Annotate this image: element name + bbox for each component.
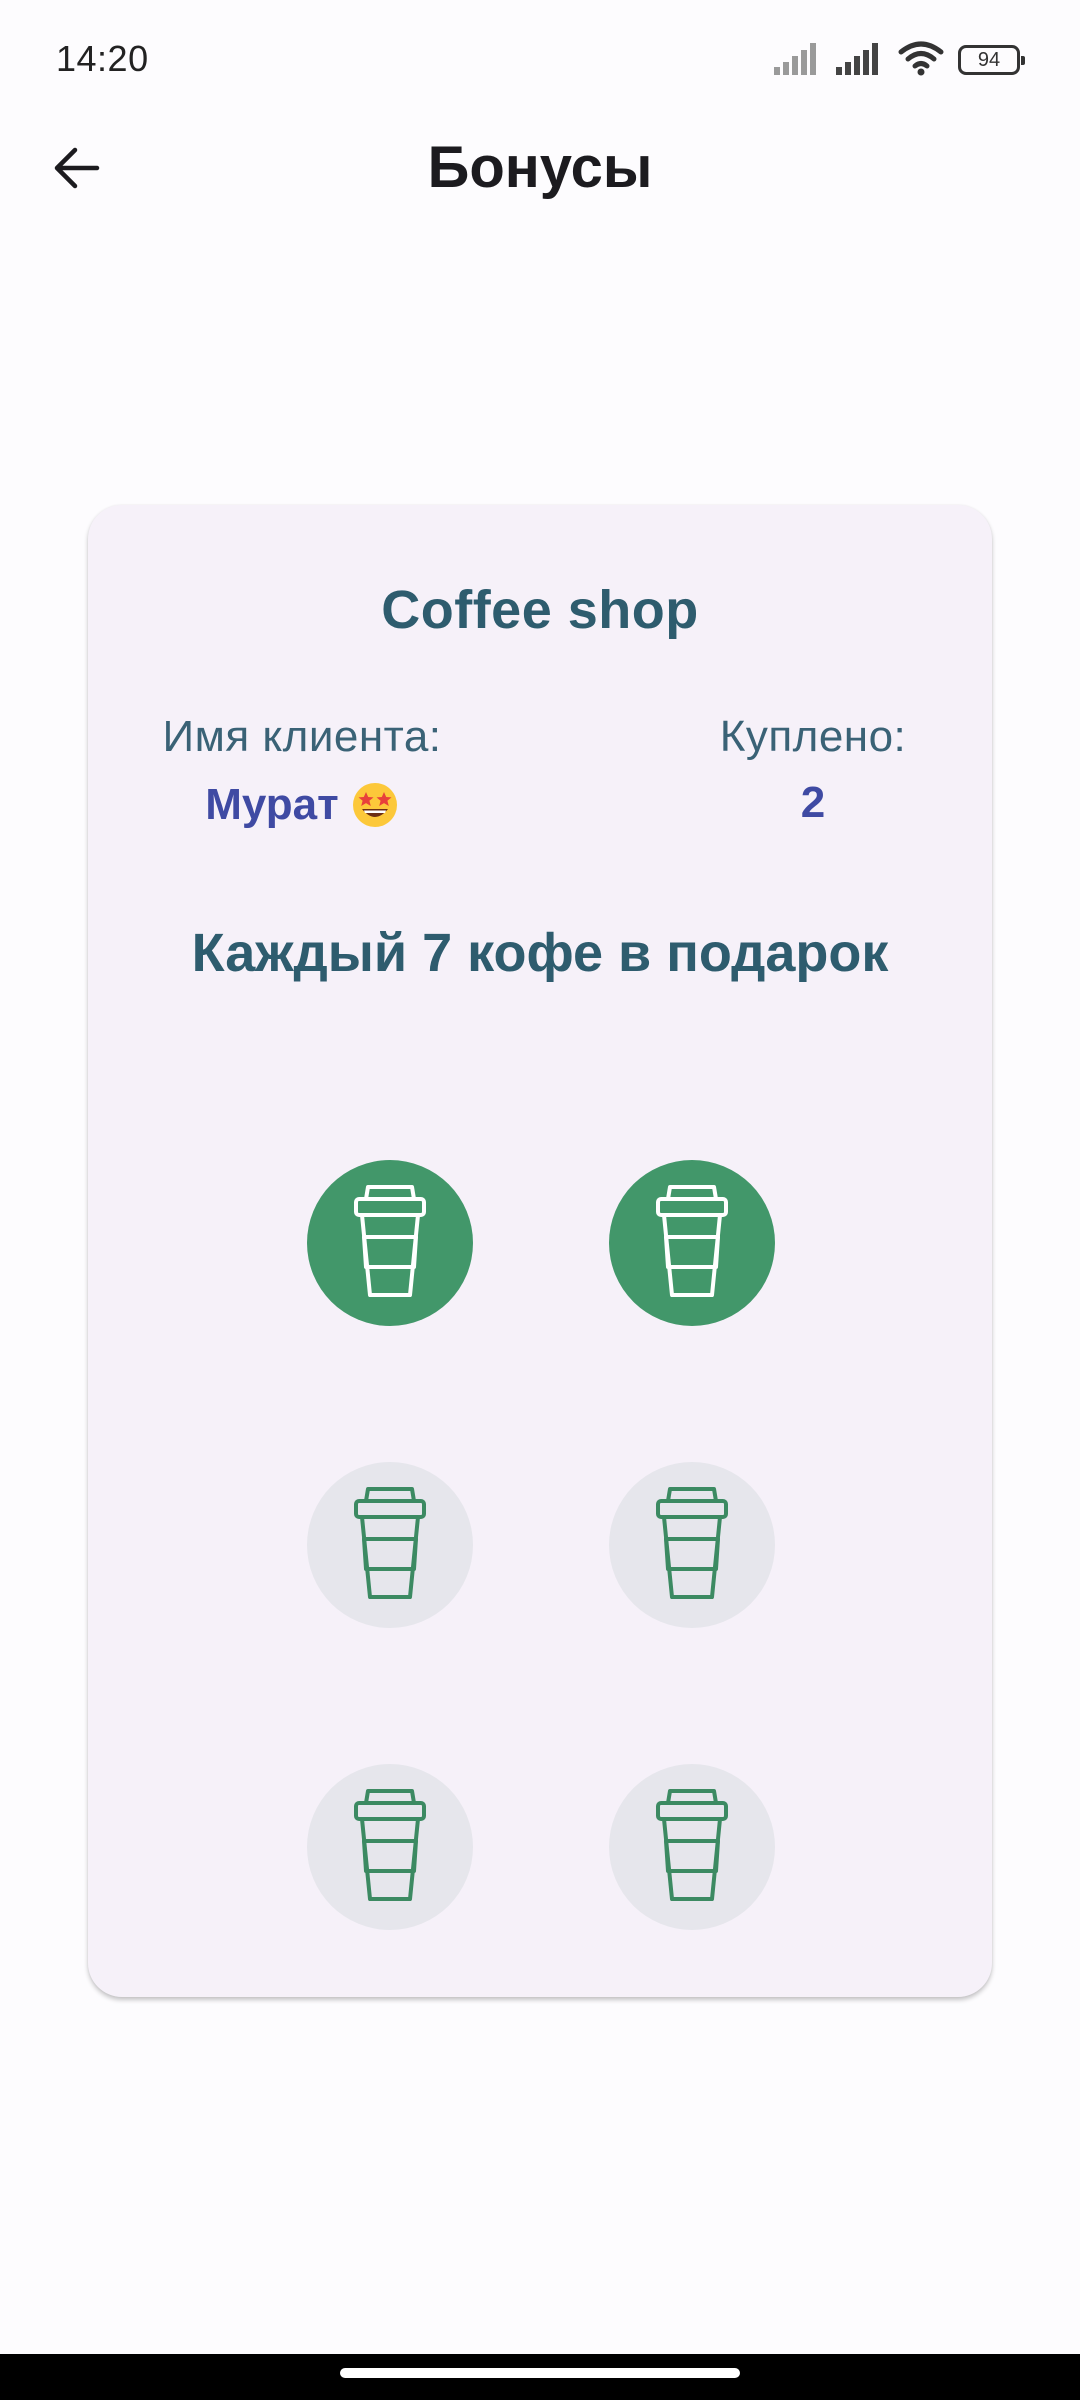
coffee-cup-icon: [350, 1787, 430, 1908]
cellular-signal-icon: [836, 41, 884, 80]
purchased-count: 2: [800, 778, 826, 827]
coffee-cup-icon: [652, 1183, 732, 1304]
coffee-cup-icon: [652, 1485, 732, 1606]
coffee-cup-slot: [307, 1764, 473, 1930]
client-name: Мурат: [205, 780, 339, 829]
bonus-card: Coffee shop Имя клиента: Мурат Куплено: …: [88, 505, 992, 1997]
purchased-info: Куплено: 2: [688, 715, 938, 825]
app-bar: Бонусы: [0, 120, 1080, 220]
page-title: Бонусы: [427, 135, 653, 200]
coffee-cup-slot: [609, 1764, 775, 1930]
coffee-cup-slot: [307, 1160, 473, 1326]
cellular-signal-icon: [774, 41, 822, 80]
coffee-cup-slot: [609, 1160, 775, 1326]
status-bar: 14:20 94: [0, 0, 1080, 120]
client-value: Мурат: [144, 781, 460, 829]
coffee-cup-icon: [350, 1183, 430, 1304]
navigation-bar: [0, 2354, 1080, 2400]
status-icons: 94: [774, 40, 1025, 81]
battery-icon: 94: [958, 45, 1025, 75]
star-struck-emoji-icon: [351, 781, 399, 829]
client-label: Имя клиента:: [162, 712, 442, 761]
home-indicator[interactable]: [340, 2368, 740, 2378]
coffee-cup-slot: [307, 1462, 473, 1628]
coffee-cup-slot: [609, 1462, 775, 1628]
client-info: Имя клиента: Мурат: [144, 715, 460, 829]
promo-text: Каждый 7 кофе в подарок: [191, 923, 889, 983]
coffee-cup-icon: [350, 1485, 430, 1606]
purchased-label: Куплено:: [719, 712, 907, 761]
wifi-icon: [898, 40, 944, 81]
battery-level: 94: [977, 49, 1001, 71]
shop-name: Coffee shop: [381, 580, 699, 640]
coffee-cup-icon: [652, 1787, 732, 1908]
status-time: 14:20: [56, 38, 149, 79]
